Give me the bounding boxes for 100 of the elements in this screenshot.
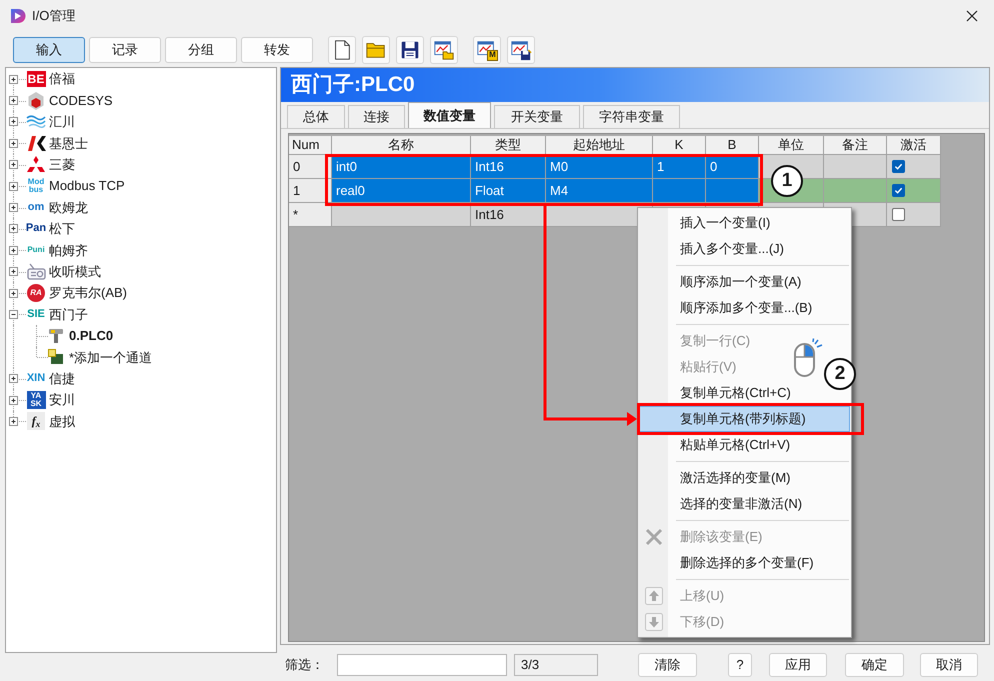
tree-item-label[interactable]: Modbus TCP — [49, 176, 125, 196]
menu-item[interactable]: 顺序添加一个变量(A) — [639, 269, 808, 295]
table-cell: 1 — [289, 179, 332, 203]
expand-icon[interactable] — [9, 246, 18, 255]
tree-item-label[interactable]: 信捷 — [49, 368, 75, 388]
chart-folder-icon — [433, 38, 455, 60]
menu-item[interactable]: 复制单元格(Ctrl+C) — [639, 380, 798, 406]
tab[interactable]: 字符串变量 — [583, 105, 680, 128]
filter-field[interactable] — [337, 654, 507, 676]
mode-tab[interactable]: 记录 — [89, 36, 161, 62]
checkbox[interactable] — [892, 184, 905, 197]
mode-tab[interactable]: 转发 — [241, 36, 313, 62]
tree-item-label[interactable]: 虚拟 — [49, 412, 75, 432]
column-header: 类型 — [471, 136, 546, 155]
count-field: 3/3 — [514, 654, 598, 676]
expand-icon[interactable] — [9, 74, 18, 84]
menu-item[interactable]: 复制单元格(带列标题) — [639, 406, 850, 432]
app-logo-icon — [10, 8, 26, 24]
checkbox[interactable] — [892, 160, 905, 173]
expand-icon[interactable] — [9, 267, 18, 276]
tree-item-label[interactable]: 基恩士 — [49, 134, 88, 154]
tree-item-label[interactable]: 欧姆龙 — [49, 198, 88, 218]
menu-item[interactable]: 激活选择的变量(M) — [639, 465, 798, 491]
checkbox[interactable] — [892, 208, 905, 221]
expand-icon[interactable] — [9, 396, 18, 405]
column-header: B — [706, 136, 759, 155]
chart-floppy-icon — [510, 38, 532, 60]
column-header: 激活 — [887, 136, 941, 155]
apply-button[interactable]: 应用 — [769, 653, 827, 677]
tree-item-label[interactable]: *添加一个通道 — [69, 348, 152, 368]
expand-icon[interactable] — [9, 160, 18, 170]
menu-item[interactable]: 粘贴单元格(Ctrl+V) — [639, 432, 798, 458]
menu-item[interactable]: 顺序添加多个变量...(B) — [639, 295, 820, 321]
tab[interactable]: 总体 — [287, 105, 345, 128]
tree-item-label[interactable]: 松下 — [49, 219, 75, 239]
menu-item[interactable]: 删除选择的多个变量(F) — [639, 550, 821, 576]
tab[interactable]: 数值变量 — [408, 102, 491, 128]
column-header: 单位 — [759, 136, 824, 155]
tree-item-label[interactable]: 三菱 — [49, 155, 75, 174]
help-button[interactable]: ? — [728, 653, 752, 677]
tree-item-label[interactable]: CODESYS — [49, 90, 113, 110]
save-button[interactable] — [396, 36, 424, 64]
logo-wordmark: SIE — [27, 308, 45, 320]
mode-tab[interactable]: 分组 — [165, 36, 237, 62]
ok-button[interactable]: 确定 — [845, 653, 904, 677]
arrow-down-icon — [645, 613, 663, 631]
table-cell: 1 — [653, 155, 706, 179]
expand-icon[interactable] — [9, 117, 18, 126]
expand-icon[interactable] — [9, 203, 18, 212]
table-cell: Float — [471, 179, 546, 203]
tab[interactable]: 开关变量 — [494, 105, 580, 128]
diamonds-icon — [27, 156, 45, 174]
open-folder-button[interactable] — [362, 36, 390, 64]
menu-item[interactable]: 选择的变量非激活(N) — [639, 491, 810, 517]
chart-save-button[interactable] — [507, 36, 535, 64]
radio-icon — [26, 263, 46, 280]
tree-item-label[interactable]: 收听模式 — [49, 262, 101, 282]
tab[interactable]: 连接 — [348, 105, 405, 128]
filter-label: 筛选： — [285, 656, 324, 674]
table-cell: M0 — [546, 155, 653, 179]
logo-wordmark: om — [28, 202, 44, 214]
tree-item-label[interactable]: 倍福 — [49, 69, 75, 89]
tree-item-label[interactable]: 帕姆齐 — [49, 240, 88, 260]
tool-letter: M — [487, 50, 498, 60]
tree-item-label[interactable]: 汇川 — [49, 112, 75, 132]
logo-badge: YA SK — [26, 391, 46, 410]
expand-icon[interactable] — [9, 374, 18, 384]
chart-folder-button[interactable] — [430, 36, 458, 64]
expand-icon[interactable] — [9, 96, 18, 106]
new-document-button[interactable] — [328, 36, 356, 64]
chart-marker-button[interactable]: M — [473, 36, 501, 64]
column-header: 名称 — [332, 136, 471, 155]
mouse-icon — [793, 338, 823, 378]
collapse-icon[interactable] — [9, 310, 18, 319]
expand-icon[interactable] — [9, 182, 18, 191]
expand-icon[interactable] — [9, 138, 18, 148]
menu-item[interactable]: 插入一个变量(I) — [639, 210, 778, 236]
tree-item-label[interactable]: 西门子 — [49, 304, 88, 324]
tree-item-label[interactable]: 罗克韦尔(AB) — [49, 283, 127, 303]
column-header: Num — [289, 136, 332, 155]
expand-icon[interactable] — [9, 288, 18, 298]
table-cell: * — [289, 203, 332, 227]
tree-item-label[interactable]: 0.PLC0 — [69, 326, 114, 346]
chevron-logo-icon — [26, 136, 46, 151]
clear-button[interactable]: 清除 — [638, 653, 697, 677]
column-header: 备注 — [824, 136, 887, 155]
cancel-button[interactable]: 取消 — [920, 653, 978, 677]
logo-wordmark: Puni — [27, 246, 45, 254]
tree-item-label[interactable]: 安川 — [49, 390, 75, 410]
mode-tab[interactable]: 输入 — [13, 36, 85, 62]
panel-title: 西门子:PLC0 — [281, 68, 989, 102]
table-cell: 0 — [289, 155, 332, 179]
logo-wordmark: XIN — [26, 373, 46, 384]
expand-icon[interactable] — [9, 416, 18, 426]
module-icon — [48, 349, 64, 366]
waves-icon — [26, 114, 46, 130]
expand-icon[interactable] — [9, 224, 18, 234]
table-cell: int0 — [332, 155, 471, 179]
menu-item[interactable]: 插入多个变量...(J) — [639, 236, 791, 262]
table-cell: Int16 — [471, 155, 546, 179]
